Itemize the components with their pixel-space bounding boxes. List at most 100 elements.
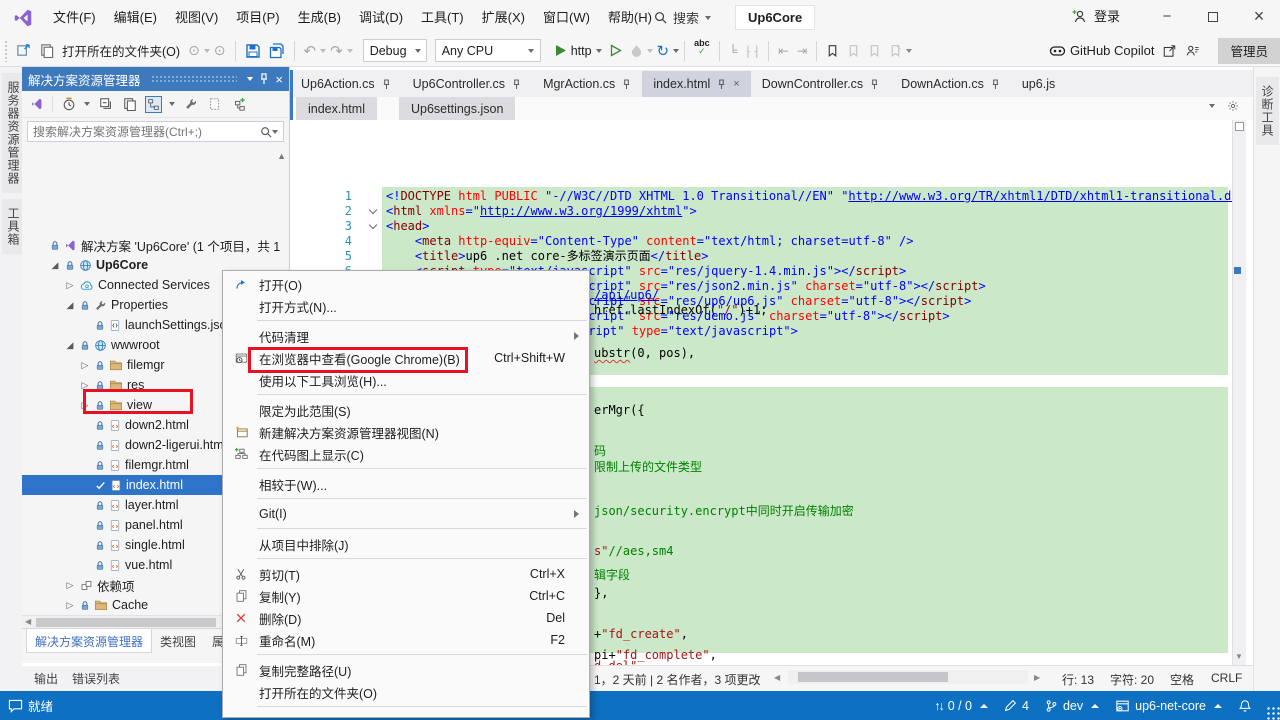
sign-in-button[interactable]: 登录: [1072, 6, 1120, 25]
expanded-arrow-icon[interactable]: ◢: [64, 300, 76, 311]
window-position-icon[interactable]: [247, 77, 254, 81]
scroll-right-icon[interactable]: ▶: [1034, 673, 1040, 682]
collapsed-arrow-icon[interactable]: ▷: [64, 280, 76, 291]
context-menu-item--(h)-[interactable]: 使用以下工具浏览(H)...: [223, 369, 589, 391]
code-fragment[interactable]: href.lastIndexOf("/")+1;: [594, 303, 767, 318]
sync-with-active-document-icon[interactable]: [145, 95, 162, 113]
splitter-handle[interactable]: [1235, 122, 1244, 131]
context-menu-item--(w)-[interactable]: 相较于(W)...: [223, 473, 589, 495]
show-all-files-icon[interactable]: [206, 96, 223, 113]
context-menu-item--(t)[interactable]: 剪切(T) Ctrl+X: [223, 563, 589, 585]
feedback-person-icon[interactable]: [1181, 39, 1204, 63]
git-repo-selector[interactable]: up6-net-core: [1115, 699, 1222, 713]
editor-settings-gear-icon[interactable]: [1227, 100, 1239, 112]
context-menu-item--(j)[interactable]: 从项目中排除(J): [223, 533, 589, 555]
share-icon[interactable]: [1158, 39, 1181, 63]
editor-horizontal-scrollbar[interactable]: [788, 670, 1028, 684]
navigate-window-icon[interactable]: [12, 39, 35, 63]
format-pointer-icon[interactable]: ╘: [725, 39, 742, 63]
open-document-icon[interactable]: [35, 39, 58, 63]
code-fragment[interactable]: /api/up6/: [594, 288, 659, 303]
navigate-forward-icon[interactable]: ⊙: [210, 39, 230, 63]
toolbar-grip[interactable]: [4, 39, 8, 62]
menu-item[interactable]: 调试(D): [350, 0, 412, 35]
add-item-icon[interactable]: [230, 96, 247, 113]
save-all-icon[interactable]: [265, 39, 289, 63]
git-branch-selector[interactable]: dev: [1045, 699, 1100, 713]
expanded-arrow-icon[interactable]: ◢: [49, 260, 61, 271]
save-icon[interactable]: [241, 39, 265, 63]
solution-search-input[interactable]: [33, 124, 260, 139]
decrease-indent-icon[interactable]: ⇤: [774, 39, 792, 63]
next-bookmark-icon[interactable]: [864, 39, 885, 63]
document-tab-up6.js[interactable]: up6.js: [1011, 71, 1066, 97]
panel-tab[interactable]: 输出: [34, 670, 58, 691]
collapsed-arrow-icon[interactable]: ▷: [64, 580, 76, 591]
code-fragment[interactable]: 码: [594, 444, 606, 459]
menu-item[interactable]: 视图(V): [166, 0, 227, 35]
scroll-down-icon[interactable]: ▼: [1235, 652, 1243, 661]
menu-item[interactable]: 编辑(E): [105, 0, 166, 35]
context-menu-item--(n)[interactable]: 新建解决方案资源管理器视图(N): [223, 421, 589, 443]
drag-handle[interactable]: [150, 74, 238, 84]
tool-window-tab[interactable]: 解决方案资源管理器: [26, 629, 153, 653]
code-fragment[interactable]: },: [594, 586, 608, 601]
pending-edits-indicator[interactable]: 4: [1004, 699, 1029, 713]
increase-indent-icon[interactable]: ⇥: [793, 39, 811, 63]
context-menu-item--(s)[interactable]: 限定为此范围(S): [223, 399, 589, 421]
pin-icon[interactable]: [382, 78, 391, 90]
eol-indicator[interactable]: CRLF: [1211, 671, 1242, 685]
resize-grip[interactable]: [1266, 706, 1280, 720]
context-menu-item--(m)[interactable]: 重命名(M) F2: [223, 629, 589, 651]
expanded-arrow-icon[interactable]: ◢: [64, 340, 76, 351]
start-without-debug-icon[interactable]: [606, 39, 626, 63]
fold-chevron-icon[interactable]: [368, 206, 378, 216]
document-tab-up6controller.cs[interactable]: Up6Controller.cs: [402, 71, 532, 97]
context-menu-item--(o)[interactable]: 打开所在的文件夹(O): [223, 681, 589, 703]
menu-item[interactable]: 文件(F): [44, 0, 105, 35]
undo-icon[interactable]: ↶: [300, 39, 321, 63]
code-fragment[interactable]: 限制上传的文件类型: [594, 460, 702, 475]
pending-changes-filter-icon[interactable]: [60, 96, 77, 113]
context-menu-item--(d)[interactable]: 删除(D) Del: [223, 607, 589, 629]
collapsed-arrow-icon[interactable]: ▷: [79, 380, 91, 391]
context-menu-item-git(i)[interactable]: Git(I): [223, 503, 589, 525]
tool-window-tab[interactable]: 类视图: [152, 629, 204, 653]
document-tab-downcontroller.cs[interactable]: DownController.cs: [751, 71, 890, 97]
document-tab-mgraction.cs[interactable]: MgrAction.cs: [532, 71, 642, 97]
collapse-all-icon[interactable]: [97, 96, 114, 113]
tree-item--up6core-1-1[interactable]: 解决方案 'Up6Core' (1 个项目，共 1: [22, 235, 289, 255]
context-menu-item--(r)[interactable]: 属性(R): [223, 711, 589, 718]
fold-chevron-icon[interactable]: [368, 221, 378, 231]
clear-bookmarks-icon[interactable]: [885, 39, 906, 63]
maximize-button[interactable]: [1192, 0, 1234, 33]
switch-views-icon[interactable]: [28, 96, 45, 113]
github-copilot-button[interactable]: GitHub Copilot: [1045, 39, 1159, 63]
context-menu-item--(n)-[interactable]: 打开方式(N)...: [223, 295, 589, 317]
space-indicator[interactable]: 空格: [1170, 671, 1194, 688]
document-list-dropdown-icon[interactable]: [1209, 104, 1215, 108]
hot-reload-icon[interactable]: [626, 39, 647, 63]
pending-documents-icon[interactable]: [121, 96, 138, 113]
comment-icon[interactable]: ⸠⸡: [742, 39, 764, 63]
menu-item[interactable]: 生成(B): [289, 0, 350, 35]
document-tab-index.html[interactable]: index.html ×: [642, 71, 751, 97]
pin-icon[interactable]: [622, 78, 631, 90]
platform-dropdown[interactable]: Any CPU: [434, 39, 541, 62]
context-menu-item--[interactable]: 代码清理: [223, 325, 589, 347]
spell-check-icon[interactable]: abc ✓: [690, 38, 714, 63]
collapsed-arrow-icon[interactable]: ▷: [79, 360, 91, 371]
code-line[interactable]: <title>up6 .net core-多标签演示页面</title>: [386, 249, 709, 264]
context-menu-item--(y)[interactable]: 复制(Y) Ctrl+C: [223, 585, 589, 607]
feedback-button[interactable]: 就绪: [8, 696, 53, 715]
panel-tab[interactable]: 错误列表: [72, 670, 120, 691]
properties-wrench-icon[interactable]: [182, 96, 199, 113]
code-fragment[interactable]: +"fd_create",: [594, 627, 688, 642]
menu-item[interactable]: 扩展(X): [473, 0, 534, 35]
context-menu-item--(c)[interactable]: 在代码图上显示(C): [223, 443, 589, 465]
pin-icon[interactable]: [870, 78, 879, 90]
search-box[interactable]: 搜索: [648, 6, 717, 29]
code-fragment[interactable]: ubstr(0, pos),: [594, 346, 695, 361]
menu-item[interactable]: 项目(P): [227, 0, 288, 35]
redo-icon[interactable]: ↷: [326, 39, 347, 63]
